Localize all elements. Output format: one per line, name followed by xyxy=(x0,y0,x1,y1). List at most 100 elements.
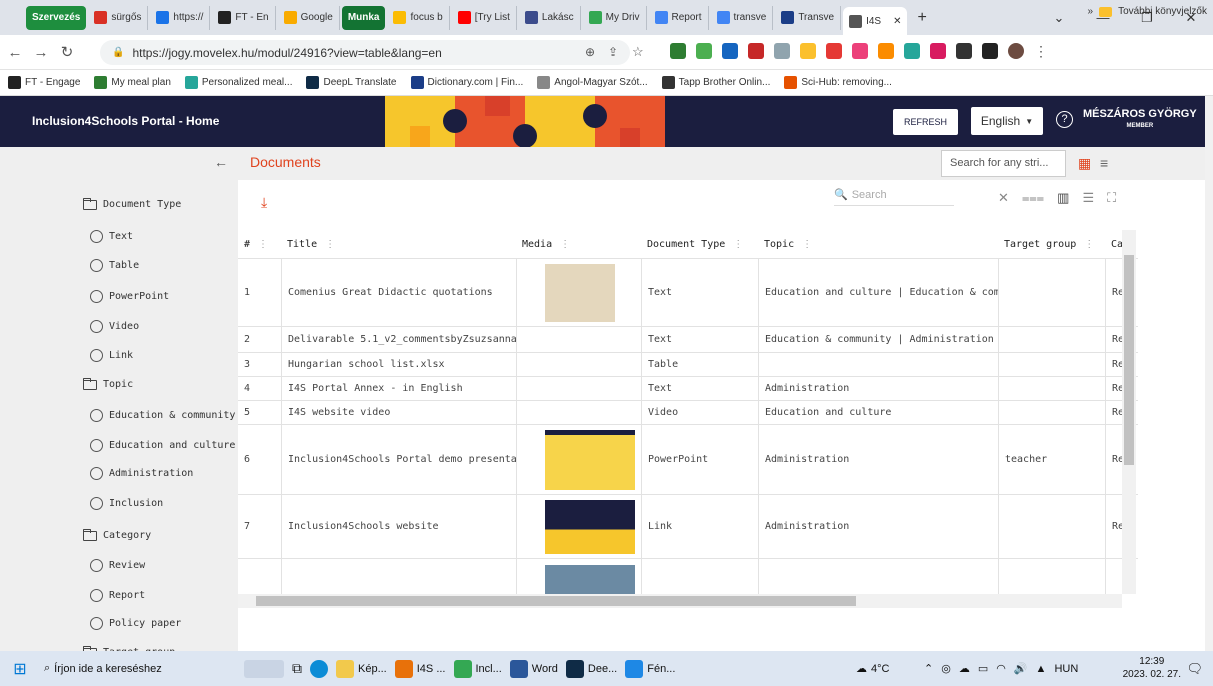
bookmark-item[interactable]: Personalized meal... xyxy=(184,76,292,89)
weather-widget[interactable]: ☁ 4°C xyxy=(852,651,893,686)
forward-icon[interactable]: → xyxy=(30,44,52,61)
column-header[interactable]: # ⋮ xyxy=(238,230,281,258)
filter-option[interactable]: PowerPoint xyxy=(90,290,169,303)
sidepanel-icon[interactable] xyxy=(982,43,998,59)
filter-option[interactable]: Video xyxy=(90,320,139,333)
browser-tab[interactable]: transve xyxy=(711,5,774,30)
column-header[interactable]: Topic ⋮ xyxy=(758,230,998,258)
user-menu[interactable]: MÉSZÁROS GYÖRGY MEMBER xyxy=(1083,108,1197,129)
filter-option[interactable]: Text xyxy=(90,230,133,243)
filter-group-topic[interactable]: Topic xyxy=(83,377,133,390)
table-row[interactable]: 4 I4S Portal Annex - in English Text Admini… xyxy=(238,376,1138,400)
zoom-icon[interactable]: ⊕ xyxy=(585,45,595,59)
refresh-button[interactable]: REFRESH xyxy=(893,109,958,135)
filter-option[interactable]: Inclusion xyxy=(90,497,163,510)
table-vertical-scrollbar[interactable] xyxy=(1122,230,1136,594)
table-horizontal-scrollbar[interactable] xyxy=(238,594,1122,608)
map-thumbnail[interactable] xyxy=(545,565,635,594)
close-tab-icon[interactable]: ✕ xyxy=(893,16,901,27)
browser-tab[interactable]: My Driv xyxy=(583,5,647,30)
back-icon[interactable]: ← xyxy=(4,44,26,61)
browser-tab[interactable]: I4S ✕ xyxy=(843,7,908,35)
table-row[interactable]: 7 Inclusion4Schools website Link Administra… xyxy=(238,494,1138,558)
bookmark-star-icon[interactable]: ☆ xyxy=(632,44,644,60)
website-thumbnail[interactable] xyxy=(545,500,635,554)
taskbar-app[interactable]: Fén... xyxy=(621,651,679,686)
new-tab-icon[interactable]: + xyxy=(917,9,926,27)
widget-image[interactable] xyxy=(240,651,288,686)
bookmarks-more-button[interactable]: » xyxy=(1088,6,1094,17)
table-search-input[interactable]: 🔍 Search xyxy=(834,188,954,206)
browser-tab[interactable]: Report xyxy=(649,5,709,30)
taskbar-app[interactable]: Word xyxy=(506,651,562,686)
download-icon[interactable]: ⤓ xyxy=(261,194,267,211)
filter-group-category[interactable]: Category xyxy=(83,528,151,541)
app-title[interactable]: Inclusion4Schools Portal - Home xyxy=(32,114,219,128)
column-menu-icon[interactable]: ⋮ xyxy=(560,239,570,250)
filter-option[interactable]: Education & community xyxy=(90,409,235,422)
bookmark-item[interactable]: FT - Engage xyxy=(8,76,80,89)
browser-tab[interactable]: Transve xyxy=(775,5,842,30)
scrollbar-thumb[interactable] xyxy=(1124,255,1134,465)
url-field[interactable]: 🔒 https://jogy.movelex.hu/modul/24916?vi… xyxy=(100,40,630,65)
filter-group-document-type[interactable]: Document Type xyxy=(83,197,181,210)
other-bookmarks-folder[interactable]: További könyvjelzők xyxy=(1118,6,1207,17)
wifi-icon[interactable]: ◠ xyxy=(996,662,1006,675)
bookmark-item[interactable]: DeepL Translate xyxy=(306,76,397,89)
column-menu-icon[interactable]: ⋮ xyxy=(258,239,268,250)
taskbar-app[interactable]: Incl... xyxy=(450,651,506,686)
extension-icon[interactable] xyxy=(930,43,946,59)
extension-icon[interactable] xyxy=(878,43,894,59)
extension-icon[interactable] xyxy=(748,43,764,59)
bookmark-item[interactable]: Dictionary.com | Fin... xyxy=(410,76,523,89)
column-header[interactable]: Media ⋮ xyxy=(516,230,641,258)
tab-group-label[interactable]: Munka xyxy=(341,5,386,30)
global-search-input[interactable]: Search for any stri... xyxy=(941,150,1066,177)
filter-option[interactable]: Report xyxy=(90,589,145,602)
input-language[interactable]: HUN xyxy=(1054,663,1078,675)
puzzle-extensions-icon[interactable] xyxy=(956,43,972,59)
taskbar-app[interactable]: Kép... xyxy=(332,651,391,686)
density-icon[interactable]: ☰ xyxy=(1082,190,1094,206)
reload-icon[interactable]: ↻ xyxy=(56,43,78,61)
taskbar-search[interactable]: ⌕ Írjon ide a kereséshez xyxy=(40,651,240,686)
filter-option[interactable]: Policy paper xyxy=(90,617,181,630)
table-row[interactable]: 6 Inclusion4Schools Portal demo presentat… xyxy=(238,424,1138,494)
column-header[interactable]: Target group ⋮ xyxy=(998,230,1105,258)
edge-icon[interactable] xyxy=(306,651,332,686)
browser-tab[interactable]: sürgős xyxy=(88,5,149,30)
filter-option[interactable]: Administration xyxy=(90,467,193,480)
tray-app-icon[interactable]: ▲ xyxy=(1036,663,1047,675)
language-select[interactable]: English ▼ xyxy=(971,107,1043,135)
share-icon[interactable]: ⇪ xyxy=(608,45,618,59)
volume-icon[interactable]: 🔊 xyxy=(1014,662,1028,675)
browser-menu-icon[interactable]: ⋮ xyxy=(1034,43,1048,60)
browser-tab[interactable]: Lakásc xyxy=(519,5,581,30)
book-thumbnail[interactable] xyxy=(545,264,615,322)
bookmark-item[interactable]: My meal plan xyxy=(94,76,171,89)
extension-icon[interactable] xyxy=(800,43,816,59)
browser-tab[interactable]: Google xyxy=(278,5,340,30)
column-menu-icon[interactable]: ⋮ xyxy=(733,239,743,250)
extension-icon[interactable] xyxy=(722,43,738,59)
clock[interactable]: 12:39 2023. 02. 27. xyxy=(1123,655,1181,681)
browser-tab[interactable]: focus b xyxy=(387,5,450,30)
tray-app-icon[interactable]: ☁ xyxy=(959,662,970,675)
collapse-sidebar-icon[interactable]: ← xyxy=(214,154,228,170)
table-view-icon[interactable]: ▦ xyxy=(1078,155,1091,172)
bookmark-item[interactable]: Tapp Brother Onlin... xyxy=(661,76,770,89)
column-menu-icon[interactable]: ⋮ xyxy=(802,239,812,250)
column-header[interactable]: Document Type ⋮ xyxy=(641,230,758,258)
column-menu-icon[interactable]: ⋮ xyxy=(1084,239,1094,250)
columns-icon[interactable]: ▥ xyxy=(1057,190,1069,206)
tray-chevron-icon[interactable]: ⌃ xyxy=(924,662,933,675)
browser-tab[interactable]: [Try List xyxy=(452,5,517,30)
fullscreen-icon[interactable]: ⛶ xyxy=(1107,190,1116,206)
tray-app-icon[interactable]: ◎ xyxy=(941,662,951,675)
taskbar-app[interactable]: Dee... xyxy=(562,651,621,686)
browser-tab[interactable]: https:// xyxy=(150,5,211,30)
taskbar-app[interactable]: I4S ... xyxy=(391,651,450,686)
slides-thumbnail[interactable] xyxy=(545,430,635,490)
notifications-icon[interactable]: 🗨 xyxy=(1186,661,1203,677)
tab-search-icon[interactable]: ⌄ xyxy=(1037,10,1081,26)
